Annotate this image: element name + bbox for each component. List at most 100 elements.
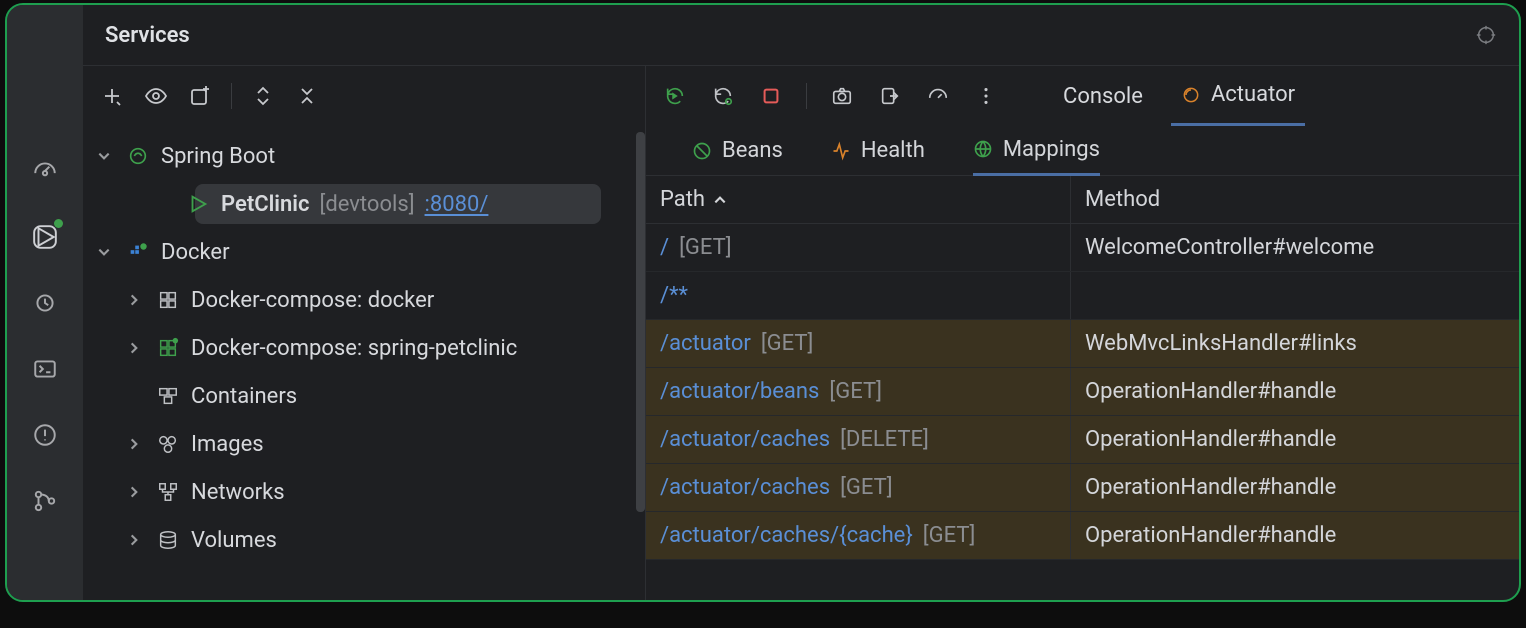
gauge-icon[interactable] <box>29 155 61 187</box>
subtab-health[interactable]: Health <box>831 126 925 176</box>
compose-running-icon <box>155 337 181 359</box>
collapse-icon[interactable] <box>292 81 322 111</box>
tree-node-spring-boot[interactable]: Spring Boot <box>83 132 645 180</box>
new-window-icon[interactable] <box>185 81 215 111</box>
tree-label: Docker-compose: spring-petclinic <box>191 336 517 361</box>
app-name: PetClinic <box>221 192 310 217</box>
mapping-method: OperationHandler#handle <box>1071 464 1519 511</box>
tree-label: Images <box>191 432 264 457</box>
table-row[interactable]: /actuator/caches [GET] OperationHandler#ha… <box>646 464 1519 512</box>
warning-icon[interactable] <box>29 419 61 451</box>
chevron-right-icon[interactable] <box>127 293 145 307</box>
add-icon[interactable] <box>97 81 127 111</box>
actuator-subtabs: Beans Health Mappings <box>646 126 1519 176</box>
separator <box>231 83 232 109</box>
subtab-mappings[interactable]: Mappings <box>973 126 1100 176</box>
mapping-verb: [GET] <box>923 523 976 548</box>
mapping-method: OperationHandler#handle <box>1071 368 1519 415</box>
mapping-path: /actuator <box>660 331 751 356</box>
containers-icon <box>155 385 181 407</box>
panel-title: Services <box>105 23 190 48</box>
docker-icon <box>125 241 151 263</box>
mapping-verb: [GET] <box>829 379 882 404</box>
tree-node-volumes[interactable]: Volumes <box>83 516 645 564</box>
table-row[interactable]: /** <box>646 272 1519 320</box>
table-row[interactable]: /actuator [GET] WebMvcLinksHandler#links <box>646 320 1519 368</box>
mapping-method <box>1071 272 1519 319</box>
eye-icon[interactable] <box>141 81 171 111</box>
expand-icon[interactable] <box>248 81 278 111</box>
tree-node-dc-spring[interactable]: Docker-compose: spring-petclinic <box>83 324 645 372</box>
tree-label: Docker-compose: docker <box>191 288 434 313</box>
tree-node-images[interactable]: Images <box>83 420 645 468</box>
mapping-verb: [GET] <box>840 475 893 500</box>
sort-asc-icon <box>713 193 727 207</box>
panel-title-bar: Services <box>83 5 1519 65</box>
table-row[interactable]: /actuator/caches/{cache} [GET] OperationHa… <box>646 512 1519 560</box>
tree-label: Docker <box>161 240 230 265</box>
actuator-pane: Console Actuator Beans Health <box>645 65 1519 600</box>
run-icon[interactable] <box>29 221 61 253</box>
compose-icon <box>155 289 181 311</box>
tree-node-dc-docker[interactable]: Docker-compose: docker <box>83 276 645 324</box>
mapping-path: /** <box>660 283 688 308</box>
rerun-icon[interactable] <box>660 81 690 111</box>
terminal-icon[interactable] <box>29 353 61 385</box>
chevron-down-icon[interactable] <box>97 149 115 163</box>
mapping-path: /actuator/caches/{cache} <box>660 523 913 548</box>
play-icon <box>185 193 211 215</box>
chevron-right-icon[interactable] <box>127 341 145 355</box>
run-toolbar: Console Actuator <box>646 66 1519 126</box>
chevron-down-icon[interactable] <box>97 245 115 259</box>
target-icon[interactable] <box>1475 24 1497 46</box>
services-tree-pane: Spring Boot PetClinic [devtools] :8080/ <box>83 65 645 600</box>
more-icon[interactable] <box>971 81 1001 111</box>
tree-label: Networks <box>191 480 285 505</box>
tree-toolbar <box>83 66 645 126</box>
chevron-right-icon[interactable] <box>127 437 145 451</box>
services-tree: Spring Boot PetClinic [devtools] :8080/ <box>83 126 645 600</box>
mappings-table-body: / [GET] WelcomeController#welcome /** /actua… <box>646 224 1519 560</box>
mapping-verb: [GET] <box>679 235 732 260</box>
spring-icon <box>125 145 151 167</box>
app-port-link[interactable]: :8080/ <box>425 192 489 217</box>
tree-node-networks[interactable]: Networks <box>83 468 645 516</box>
tree-label: Containers <box>191 384 297 409</box>
column-header-path[interactable]: Path <box>646 176 1071 223</box>
tab-actuator[interactable]: Actuator <box>1171 66 1305 126</box>
networks-icon <box>155 481 181 503</box>
circle-arrow-icon[interactable] <box>29 287 61 319</box>
table-row[interactable]: /actuator/beans [GET] OperationHandler#han… <box>646 368 1519 416</box>
tree-node-docker[interactable]: Docker <box>83 228 645 276</box>
mappings-table-header: Path Method <box>646 176 1519 224</box>
camera-icon[interactable] <box>827 81 857 111</box>
exit-icon[interactable] <box>875 81 905 111</box>
tree-node-petclinic[interactable]: PetClinic [devtools] :8080/ <box>83 180 645 228</box>
table-row[interactable]: / [GET] WelcomeController#welcome <box>646 224 1519 272</box>
chevron-right-icon[interactable] <box>127 533 145 547</box>
column-header-method[interactable]: Method <box>1071 176 1519 223</box>
mapping-method: OperationHandler#handle <box>1071 512 1519 559</box>
mapping-verb: [DELETE] <box>840 427 929 452</box>
tree-node-containers[interactable]: Containers <box>83 372 645 420</box>
mapping-method: WebMvcLinksHandler#links <box>1071 320 1519 367</box>
images-icon <box>155 433 181 455</box>
mapping-path: / <box>660 235 669 260</box>
rerun-debug-icon[interactable] <box>708 81 738 111</box>
table-row[interactable]: /actuator/caches[DELETE]OperationHandler… <box>646 416 1519 464</box>
tab-console[interactable]: Console <box>1053 66 1153 126</box>
tree-label: Spring Boot <box>161 144 275 169</box>
mapping-path: /actuator/caches <box>660 475 830 500</box>
app-devtools: [devtools] <box>320 192 415 217</box>
git-icon[interactable] <box>29 485 61 517</box>
stop-icon[interactable] <box>756 81 786 111</box>
chevron-right-icon[interactable] <box>127 485 145 499</box>
mapping-path: /actuator/beans <box>660 379 819 404</box>
gauge-small-icon[interactable] <box>923 81 953 111</box>
subtab-beans[interactable]: Beans <box>692 126 783 176</box>
mapping-path: /actuator/caches <box>660 427 830 452</box>
activity-rail <box>7 5 83 600</box>
separator <box>806 83 807 109</box>
mapping-method: WelcomeController#welcome <box>1071 224 1519 271</box>
mapping-verb: [GET] <box>761 331 814 356</box>
